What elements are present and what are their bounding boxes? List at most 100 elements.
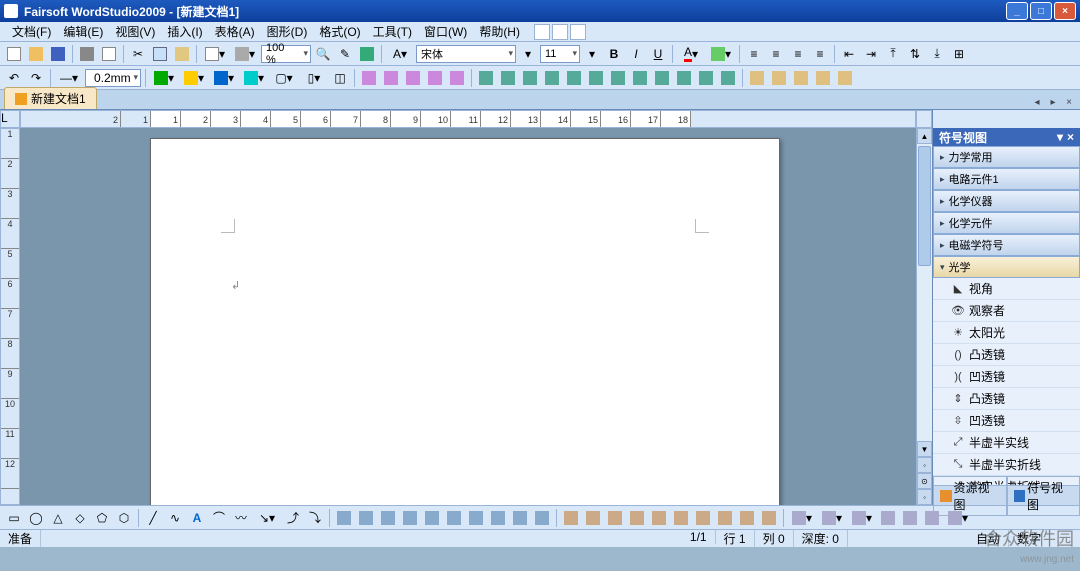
n8-icon[interactable] bbox=[715, 508, 735, 528]
n9-icon[interactable] bbox=[737, 508, 757, 528]
n1-icon[interactable] bbox=[561, 508, 581, 528]
scroll-pg3-icon[interactable]: ◦ bbox=[917, 489, 932, 505]
new-icon[interactable] bbox=[4, 44, 24, 64]
draw2-icon[interactable]: ◯ bbox=[26, 508, 46, 528]
m4-icon[interactable] bbox=[400, 508, 420, 528]
pen-color-dropdown[interactable]: ▾ bbox=[150, 68, 178, 88]
arrow-dropdown[interactable]: ↘▾ bbox=[253, 508, 281, 528]
redo-icon[interactable]: ↷ bbox=[26, 68, 46, 88]
grp5-icon[interactable] bbox=[447, 68, 467, 88]
scroll-track[interactable] bbox=[917, 144, 932, 441]
o1-dropdown[interactable]: ▾ bbox=[788, 508, 816, 528]
m1-icon[interactable] bbox=[334, 508, 354, 528]
n3-icon[interactable] bbox=[605, 508, 625, 528]
print-icon[interactable] bbox=[77, 44, 97, 64]
style2-dropdown[interactable]: ▾ bbox=[231, 44, 259, 64]
valign-bot-icon[interactable]: ⤓ bbox=[927, 44, 947, 64]
italic-button[interactable]: I bbox=[626, 44, 646, 64]
valign-top-icon[interactable]: ⤒ bbox=[883, 44, 903, 64]
border-dropdown[interactable]: ▢▾ bbox=[270, 68, 298, 88]
m2-icon[interactable] bbox=[356, 508, 376, 528]
n5-icon[interactable] bbox=[649, 508, 669, 528]
vertical-ruler[interactable]: 123456789101112 bbox=[0, 128, 20, 505]
symbol-item[interactable]: ⤢半虚半实线 bbox=[933, 432, 1080, 454]
obj1-icon[interactable] bbox=[476, 68, 496, 88]
copy-icon[interactable] bbox=[150, 44, 170, 64]
menu-insert[interactable]: 插入(I) bbox=[161, 23, 208, 40]
symbol-category[interactable]: 光学 bbox=[933, 256, 1080, 278]
symbol-item[interactable]: ⤡半虚半实折线 bbox=[933, 454, 1080, 476]
o6-icon[interactable] bbox=[922, 508, 942, 528]
o2-dropdown[interactable]: ▾ bbox=[818, 508, 846, 528]
line1-icon[interactable]: ╱ bbox=[143, 508, 163, 528]
line2-icon[interactable]: ∿ bbox=[165, 508, 185, 528]
obj9-icon[interactable] bbox=[652, 68, 672, 88]
m9-icon[interactable] bbox=[510, 508, 530, 528]
symbol-item[interactable]: ⇕凸透镜 bbox=[933, 388, 1080, 410]
font-dec-icon[interactable]: ▾ bbox=[518, 44, 538, 64]
bold-button[interactable]: B bbox=[604, 44, 624, 64]
pg5-icon[interactable] bbox=[835, 68, 855, 88]
obj6-icon[interactable] bbox=[586, 68, 606, 88]
draw6-icon[interactable]: ⬡ bbox=[114, 508, 134, 528]
n10-icon[interactable] bbox=[759, 508, 779, 528]
valign-mid-icon[interactable]: ⇅ bbox=[905, 44, 925, 64]
page-dropdown[interactable]: ▯▾ bbox=[300, 68, 328, 88]
document-tab[interactable]: 新建文档1 bbox=[4, 87, 97, 109]
m6-icon[interactable] bbox=[444, 508, 464, 528]
zoom-fit-icon[interactable]: 🔍 bbox=[313, 44, 333, 64]
pg4-icon[interactable] bbox=[813, 68, 833, 88]
menu-window[interactable]: 窗口(W) bbox=[418, 23, 473, 40]
linestyle-dropdown[interactable]: —▾ bbox=[55, 68, 83, 88]
outdent-icon[interactable]: ⇤ bbox=[839, 44, 859, 64]
pg1-icon[interactable] bbox=[747, 68, 767, 88]
symbol-item[interactable]: ()凸透镜 bbox=[933, 344, 1080, 366]
m10-icon[interactable] bbox=[532, 508, 552, 528]
undo-icon[interactable]: ↶ bbox=[4, 68, 24, 88]
menu-draw[interactable]: 图形(D) bbox=[261, 23, 314, 40]
symbol-item[interactable]: ⇳凹透镜 bbox=[933, 410, 1080, 432]
horizontal-ruler[interactable]: 21123456789101112131415161718 bbox=[20, 110, 916, 128]
n7-icon[interactable] bbox=[693, 508, 713, 528]
scroll-up-icon[interactable]: ▲ bbox=[917, 128, 932, 144]
maximize-button[interactable]: □ bbox=[1030, 2, 1052, 20]
obj3-icon[interactable] bbox=[520, 68, 540, 88]
font-color-dropdown[interactable]: A▾ bbox=[677, 44, 705, 64]
m3-icon[interactable] bbox=[378, 508, 398, 528]
brush-dropdown[interactable]: ▾ bbox=[180, 68, 208, 88]
symbol-item[interactable]: 👁观察者 bbox=[933, 300, 1080, 322]
panel-close-icon[interactable]: × bbox=[1067, 130, 1074, 144]
draw3-icon[interactable]: △ bbox=[48, 508, 68, 528]
panel-pin-icon[interactable]: ▾ bbox=[1057, 130, 1063, 144]
scroll-pg2-icon[interactable]: ⊙ bbox=[917, 473, 932, 489]
lineweight-combo[interactable]: 0.2mm bbox=[85, 69, 141, 87]
n4-icon[interactable] bbox=[627, 508, 647, 528]
scroll-pg1-icon[interactable]: ◦ bbox=[917, 457, 932, 473]
align-justify-icon[interactable]: ≡ bbox=[810, 44, 830, 64]
obj7-icon[interactable] bbox=[608, 68, 628, 88]
open-icon[interactable] bbox=[26, 44, 46, 64]
symbol-item[interactable]: )(凹透镜 bbox=[933, 366, 1080, 388]
fill-dropdown[interactable]: ▾ bbox=[210, 68, 238, 88]
pg2-icon[interactable] bbox=[769, 68, 789, 88]
obj12-icon[interactable] bbox=[718, 68, 738, 88]
preview-icon[interactable] bbox=[99, 44, 119, 64]
menu-format[interactable]: 格式(O) bbox=[313, 23, 366, 40]
shadow-icon[interactable]: ◫ bbox=[330, 68, 350, 88]
pg3-icon[interactable] bbox=[791, 68, 811, 88]
document-canvas[interactable]: ↲ bbox=[20, 128, 916, 505]
arc-icon[interactable]: ⌒ bbox=[209, 508, 229, 528]
grp1-icon[interactable] bbox=[359, 68, 379, 88]
tab-close-icon[interactable]: × bbox=[1062, 95, 1076, 109]
menu-table[interactable]: 表格(A) bbox=[209, 23, 261, 40]
curve-icon[interactable]: 〰 bbox=[231, 508, 251, 528]
symbol-item[interactable]: ◣视角 bbox=[933, 278, 1080, 300]
o3-dropdown[interactable]: ▾ bbox=[848, 508, 876, 528]
symbol-category[interactable]: 化学元件 bbox=[933, 212, 1080, 234]
m7-icon[interactable] bbox=[466, 508, 486, 528]
align-center-icon[interactable]: ≡ bbox=[766, 44, 786, 64]
tab-prev-icon[interactable]: ◂ bbox=[1030, 95, 1044, 109]
text-icon[interactable]: A bbox=[187, 508, 207, 528]
paste-icon[interactable] bbox=[172, 44, 192, 64]
m5-icon[interactable] bbox=[422, 508, 442, 528]
